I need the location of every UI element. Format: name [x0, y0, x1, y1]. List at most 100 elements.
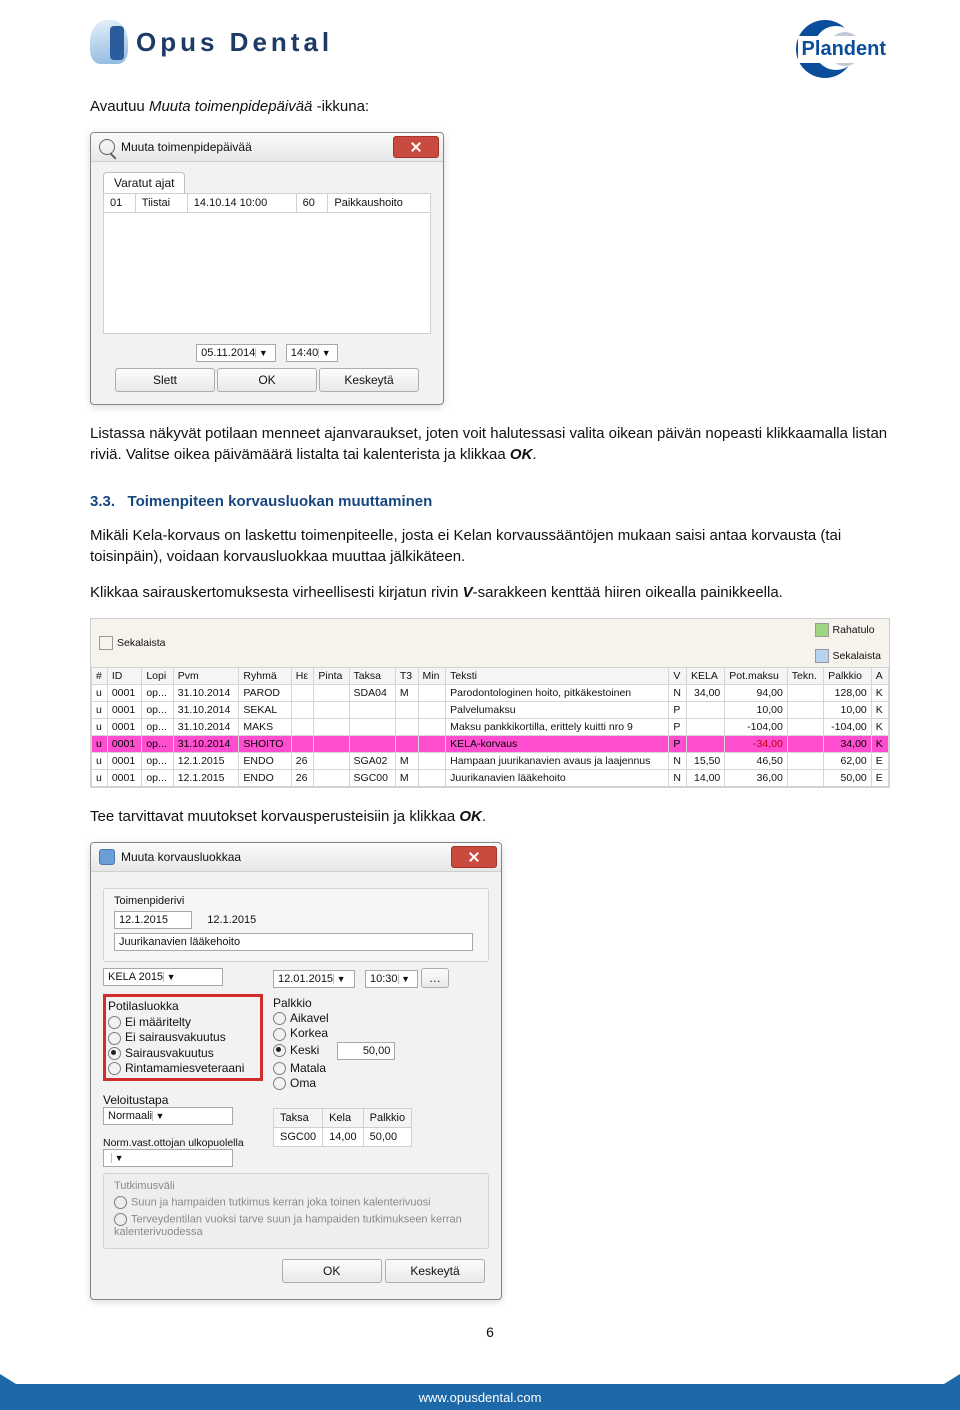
close-button[interactable]: [393, 136, 439, 158]
cell: 94,00: [725, 685, 788, 702]
close-button[interactable]: [451, 846, 497, 868]
cell: M: [395, 753, 418, 770]
table-row[interactable]: u0001op...12.1.2015ENDO26SGC00MJuurikana…: [92, 770, 889, 787]
radio-tutkimus-2[interactable]: [114, 1213, 127, 1226]
chevron-down-icon[interactable]: ▼: [152, 1111, 167, 1121]
cell: u: [92, 753, 108, 770]
tutkimusvali-group: Tutkimusväli Suun ja hampaiden tutkimus …: [103, 1173, 489, 1249]
date-field[interactable]: 12.01.2015▼: [273, 970, 355, 988]
intro-line: Avautuu Muuta toimenpidepäivää -ikkuna:: [90, 96, 890, 117]
table-row[interactable]: 01 Tiistai 14.10.14 10:00 60 Paikkaushoi…: [104, 194, 431, 213]
more-button[interactable]: …: [421, 968, 449, 988]
date-input[interactable]: 05.11.2014▼: [196, 344, 276, 362]
tab-sekalaista-right[interactable]: Sekalaista: [815, 649, 881, 663]
col-header: ID: [107, 668, 142, 685]
procedure-desc-field[interactable]: Juurikanavien lääkehoito: [114, 933, 473, 951]
ok-button[interactable]: OK: [217, 368, 317, 392]
cell: K: [871, 736, 888, 753]
radio-palkkio[interactable]: [273, 1062, 286, 1075]
veloitustapa-select[interactable]: Normaali▼: [103, 1107, 233, 1125]
square-icon-green: [815, 623, 829, 637]
cell: 14,00: [687, 770, 725, 787]
cell: [418, 702, 446, 719]
plandent-logo-text: Plandent: [798, 36, 890, 63]
footer-url: www.opusdental.com: [0, 1384, 960, 1410]
tutkimus-opt-2: Terveydentilan vuoksi tarve suun ja hamp…: [114, 1214, 462, 1239]
chevron-down-icon[interactable]: ▼: [163, 972, 178, 982]
cell: [395, 702, 418, 719]
cell: [314, 770, 349, 787]
cell: [291, 736, 314, 753]
opus-dental-logo-text: Opus Dental: [136, 27, 333, 58]
cell: op...: [142, 770, 173, 787]
cell-kela: 14,00: [323, 1128, 364, 1147]
palkkio-option-label: Keski: [290, 1043, 319, 1057]
tab-sekalaista-left[interactable]: Sekalaista: [99, 623, 165, 663]
col-header: T3: [395, 668, 418, 685]
palkkio-option-label: Matala: [290, 1061, 326, 1075]
slett-button[interactable]: Slett: [115, 368, 215, 392]
cell: [418, 753, 446, 770]
cell: op...: [142, 753, 173, 770]
norm-label: Norm.vast.ottojan ulkopuolella: [103, 1137, 263, 1149]
plandent-logo: Plandent: [796, 20, 890, 78]
chevron-down-icon[interactable]: ▼: [255, 348, 270, 358]
chevron-down-icon[interactable]: ▼: [333, 974, 348, 984]
time-field[interactable]: 10:30▼: [365, 970, 418, 988]
cell: P: [669, 736, 687, 753]
cell: op...: [142, 685, 173, 702]
paragraph-changes: Tee tarvittavat muutokset korvausperuste…: [90, 806, 890, 827]
cell: [291, 685, 314, 702]
cell: [291, 719, 314, 736]
chevron-down-icon[interactable]: ▼: [318, 348, 333, 358]
norm-select[interactable]: ▼: [103, 1149, 233, 1167]
radio-palkkio[interactable]: [273, 1028, 286, 1041]
table-row[interactable]: u0001op...31.10.2014SHOITOKELA-korvausP-…: [92, 736, 889, 753]
col-header: Tekn.: [787, 668, 823, 685]
radio-palkkio[interactable]: [273, 1044, 286, 1057]
cancel-button[interactable]: Keskeytä: [319, 368, 419, 392]
highlight-box-potilasluokka: Potilasluokka Ei määriteltyEi sairausvak…: [103, 994, 263, 1081]
radio-tutkimus-1[interactable]: [114, 1196, 127, 1209]
cell: 36,00: [725, 770, 788, 787]
cell-day: Tiistai: [135, 194, 187, 213]
change-compensation-class-dialog: Muuta korvausluokkaa Toimenpiderivi 12.1…: [90, 842, 502, 1300]
cell: 0001: [107, 736, 142, 753]
col-taksa: Taksa: [274, 1109, 323, 1128]
cell: Hampaan juurikanavien avaus ja laajennus: [446, 753, 669, 770]
ok-button[interactable]: OK: [282, 1259, 382, 1283]
table-row[interactable]: u0001op...31.10.2014SEKALPalvelumaksuP10…: [92, 702, 889, 719]
cell: 62,00: [824, 753, 872, 770]
date-a-field[interactable]: 12.1.2015: [114, 911, 192, 929]
cell-taksa: SGC00: [274, 1128, 323, 1147]
radio-palkkio[interactable]: [273, 1077, 286, 1090]
cancel-button[interactable]: Keskeytä: [385, 1259, 485, 1283]
chevron-down-icon[interactable]: ▼: [111, 1153, 126, 1163]
radio-potilasluokka[interactable]: [108, 1062, 121, 1075]
palkkio-option-label: Korkea: [290, 1026, 328, 1040]
tab-booked-times[interactable]: Varatut ajat: [103, 172, 185, 193]
chevron-down-icon[interactable]: ▼: [398, 974, 413, 984]
cell: M: [395, 685, 418, 702]
col-header: Pvm: [173, 668, 239, 685]
time-input[interactable]: 14:40▼: [286, 344, 339, 362]
cell: [418, 719, 446, 736]
radio-potilasluokka[interactable]: [108, 1047, 121, 1060]
cell: op...: [142, 719, 173, 736]
cell: P: [669, 719, 687, 736]
radio-palkkio[interactable]: [273, 1012, 286, 1025]
tab-rahatulo[interactable]: Rahatulo: [815, 623, 881, 637]
table-row[interactable]: u0001op...12.1.2015ENDO26SGA02MHampaan j…: [92, 753, 889, 770]
radio-potilasluokka[interactable]: [108, 1032, 121, 1045]
table-row[interactable]: u0001op...31.10.2014PARODSDA04MParodonto…: [92, 685, 889, 702]
radio-potilasluokka[interactable]: [108, 1016, 121, 1029]
table-row[interactable]: u0001op...31.10.2014MAKSMaksu pankkikort…: [92, 719, 889, 736]
palkkio-value-field[interactable]: 50,00: [337, 1042, 395, 1060]
kela-year-select[interactable]: KELA 2015▼: [103, 968, 223, 986]
cell: 0001: [107, 702, 142, 719]
cell: MAKS: [239, 719, 291, 736]
cell: 26: [291, 753, 314, 770]
paragraph-list-hint: Listassa näkyvät potilaan menneet ajanva…: [90, 423, 890, 465]
cell: Palvelumaksu: [446, 702, 669, 719]
col-header: Palkkio: [824, 668, 872, 685]
